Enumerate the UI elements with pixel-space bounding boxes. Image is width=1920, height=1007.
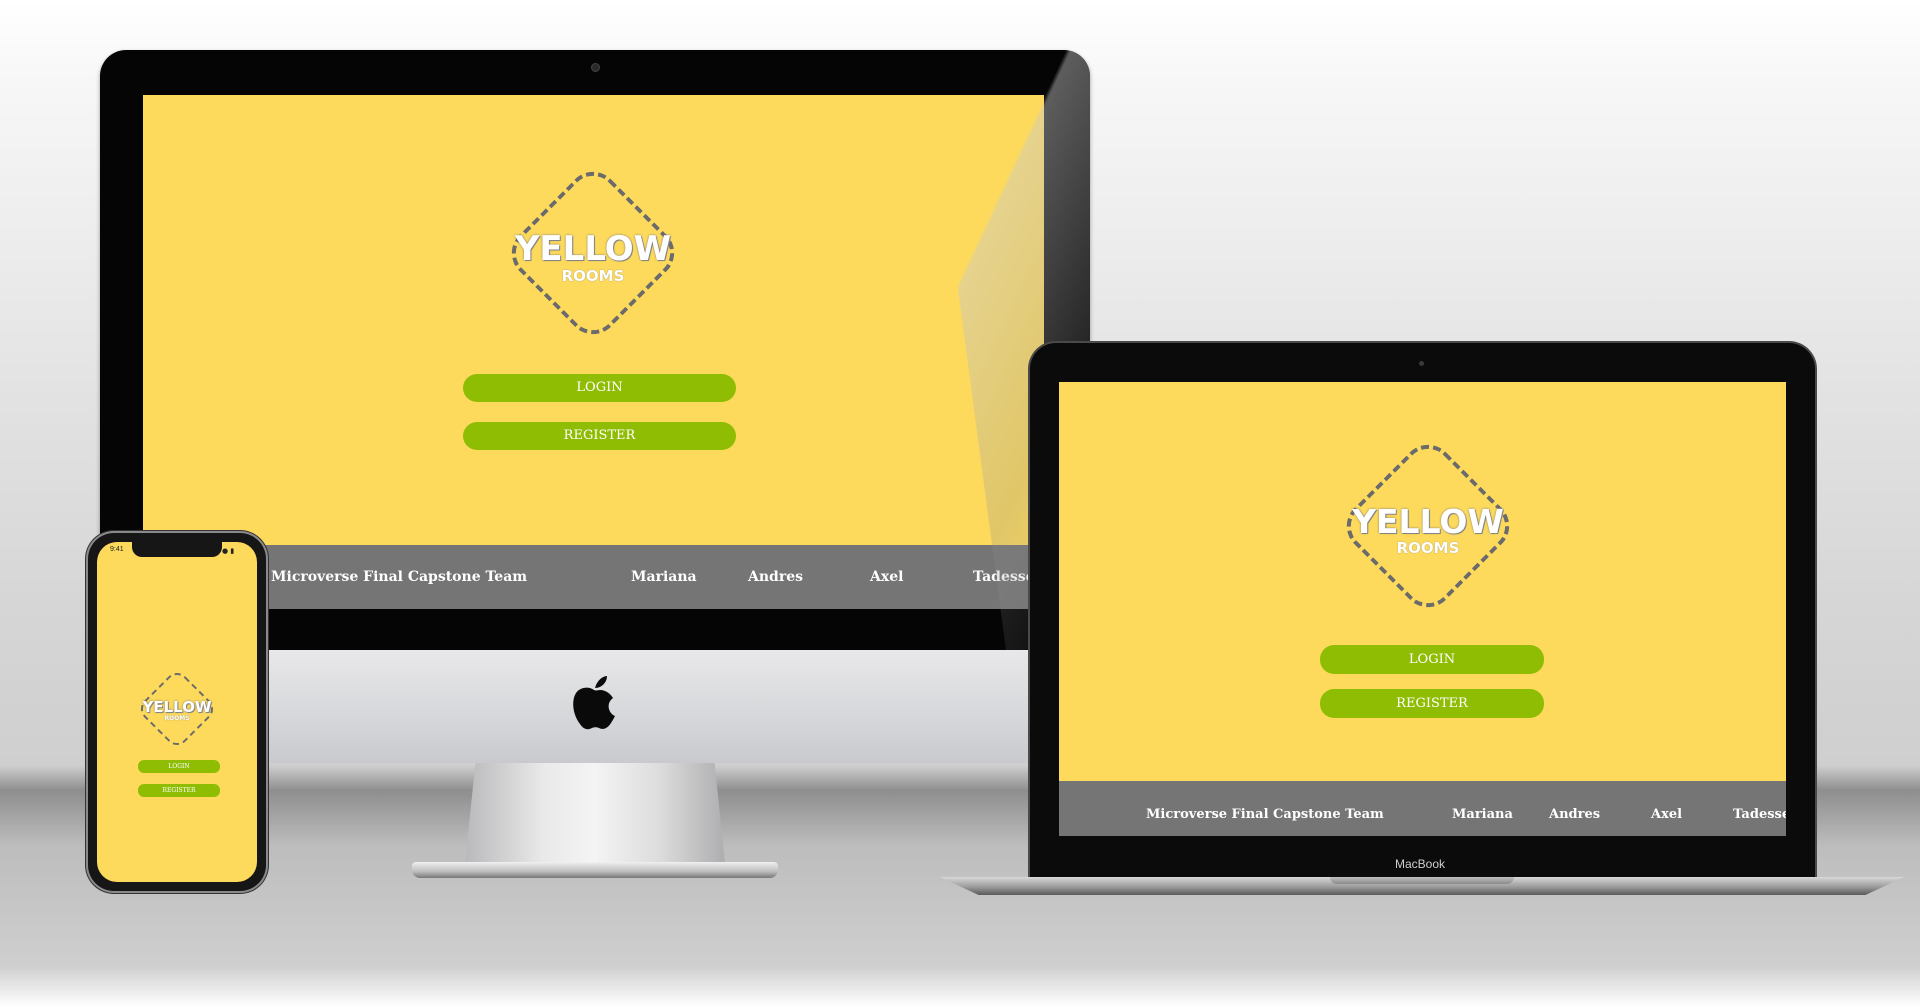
logo-subtitle: ROOMS <box>164 715 190 722</box>
logo: YELLOW ROOMS <box>501 161 685 345</box>
iphone-screen: YELLOW ROOMS LOGIN REGISTER <box>97 542 257 882</box>
footer-member: Andres <box>1549 807 1601 822</box>
logo-subtitle: ROOMS <box>561 267 625 285</box>
login-button[interactable]: LOGIN <box>1320 645 1544 674</box>
login-button[interactable]: LOGIN <box>138 760 220 773</box>
logo-subtitle: ROOMS <box>1396 539 1460 557</box>
iphone-notch <box>132 542 222 557</box>
logo: YELLOW ROOMS <box>135 667 219 751</box>
macbook-label: MacBook <box>1394 857 1446 871</box>
logo: YELLOW ROOMS <box>1336 434 1520 618</box>
footer-member: Andres <box>748 569 803 585</box>
footer-member: Axel <box>1651 807 1683 822</box>
logo-title: YELLOW <box>142 698 212 716</box>
macbook-screen: YELLOW ROOMS LOGIN REGISTER Microverse F… <box>1059 382 1786 836</box>
macbook-hinge-notch <box>1330 877 1514 884</box>
footer-bar: Microverse Final Capstone Team Mariana A… <box>1059 781 1786 836</box>
register-button[interactable]: REGISTER <box>138 784 220 797</box>
footer-team: Microverse Final Capstone Team <box>1146 807 1384 822</box>
register-button[interactable]: REGISTER <box>1320 689 1544 718</box>
imac-stand <box>465 763 725 863</box>
footer-member: Axel <box>870 569 904 585</box>
footer-member: Mariana <box>631 569 697 585</box>
apple-logo-icon <box>573 676 615 730</box>
imac-stand-foot <box>412 862 778 878</box>
login-button[interactable]: LOGIN <box>463 374 736 402</box>
footer-team: Microverse Final Capstone Team <box>271 569 528 585</box>
logo-title: YELLOW <box>514 229 672 269</box>
status-time: 9:41 <box>110 546 124 553</box>
footer-bar: Microverse Final Capstone Team Mariana A… <box>143 545 1044 609</box>
imac-camera <box>591 63 600 72</box>
footer-member: Mariana <box>1452 807 1513 822</box>
imac-screen: YELLOW ROOMS LOGIN REGISTER Microverse F… <box>143 95 1044 609</box>
register-button[interactable]: REGISTER <box>463 422 736 450</box>
footer-member: Tadesse <box>1733 807 1786 822</box>
wifi-battery-icon: ● ▮ <box>222 547 235 555</box>
logo-title: YELLOW <box>1352 502 1504 541</box>
macbook-camera <box>1419 361 1424 366</box>
